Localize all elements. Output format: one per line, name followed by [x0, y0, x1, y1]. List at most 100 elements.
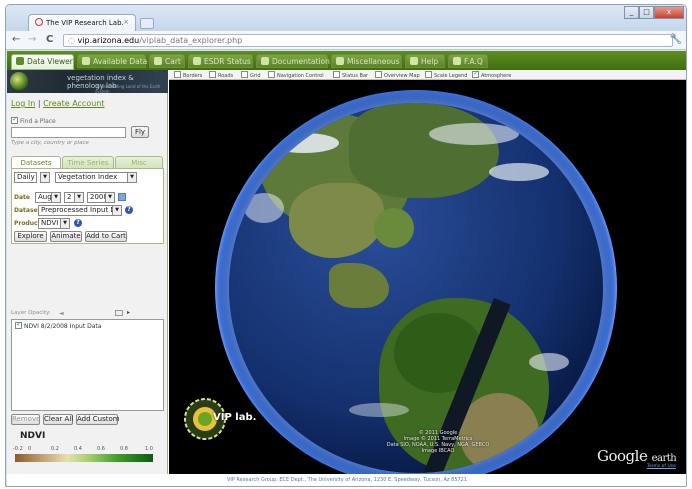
tab-label: F.A.Q: [464, 57, 483, 66]
left-sidebar: vegetation index & phenology lab Underst…: [7, 70, 168, 474]
roads-checkbox[interactable]: [209, 71, 216, 78]
dataset-value: Preprocessed Input Data: [41, 206, 122, 214]
login-link[interactable]: Log In: [11, 99, 35, 108]
fly-button[interactable]: Fly: [131, 126, 149, 138]
frequency-dropdown[interactable]: ▼: [40, 172, 50, 183]
animate-button[interactable]: Animate: [50, 231, 82, 242]
opacity-slider-track[interactable]: [115, 310, 123, 316]
option-borders[interactable]: Borders: [174, 71, 202, 79]
close-tab-icon[interactable]: ×: [123, 18, 129, 26]
product-type-select[interactable]: Vegetation Index ▼: [55, 172, 137, 183]
chevron-down-icon: ▼: [51, 193, 60, 202]
year-select[interactable]: 2008 ▼: [87, 192, 115, 203]
status-bar-checkbox[interactable]: [333, 71, 340, 78]
product-value: NDVI: [41, 219, 59, 227]
explore-button[interactable]: Explore: [14, 231, 47, 242]
table-icon: [82, 57, 90, 65]
app-page: Data Viewer Available Data Cart ESDR Sta…: [7, 51, 686, 486]
map-viewer[interactable]: Borders Roads Grid Navigation Control St…: [169, 70, 686, 474]
list-item[interactable]: NDVI 8/2/2008 Input Data: [15, 320, 101, 330]
tab-label: Miscellaneous: [347, 57, 400, 66]
terms-of-use-link[interactable]: Terms of Use: [647, 464, 676, 469]
chevron-down-icon: ▼: [127, 173, 136, 182]
product-help-icon[interactable]: ?: [74, 219, 82, 227]
day-select[interactable]: 2 ▼: [64, 192, 84, 203]
account-links: Log In | Create Account: [11, 99, 105, 108]
tab-available-data[interactable]: Available Data: [77, 54, 148, 68]
calendar-icon[interactable]: [118, 193, 126, 201]
maximize-button[interactable]: □: [639, 6, 654, 19]
window-close-button[interactable]: x: [654, 6, 684, 19]
find-place-checkbox[interactable]: [11, 115, 18, 124]
option-navigation-control[interactable]: Navigation Control: [268, 71, 324, 79]
browser-tab-title: The VIP Research Lab.: [46, 19, 124, 27]
product-select[interactable]: NDVI ▼: [38, 218, 70, 229]
layer-list: NDVI 8/2/2008 Input Data: [11, 319, 164, 411]
atmosphere-checkbox[interactable]: [472, 70, 479, 78]
wrench-icon[interactable]: 🔧: [670, 34, 682, 45]
reload-button[interactable]: C: [46, 34, 53, 46]
credit-line: Image IBCAO: [421, 448, 455, 454]
cloud: [244, 193, 284, 223]
cloud: [269, 133, 339, 153]
option-roads[interactable]: Roads: [209, 71, 233, 79]
faq-icon: [453, 57, 461, 65]
legend-tick: 0: [28, 446, 32, 452]
info-icon: [193, 57, 201, 65]
cart-icon: [154, 57, 162, 65]
tab-help[interactable]: Help: [405, 54, 445, 68]
navigation-control-checkbox[interactable]: [268, 71, 275, 78]
find-place-checkbox-row[interactable]: Find a Place: [11, 115, 56, 125]
legend-tick: 0.8: [120, 446, 128, 452]
scale-legend-checkbox[interactable]: [425, 71, 432, 78]
chevron-down-icon: ▼: [105, 193, 114, 202]
tab-documentation[interactable]: Documentation: [256, 54, 330, 68]
tab-label: Data Viewer: [27, 57, 73, 66]
option-label: Overview Map: [384, 73, 420, 79]
tab-label: Documentation: [272, 57, 330, 66]
create-account-link[interactable]: Create Account: [43, 99, 104, 108]
chevron-down-icon: ▼: [60, 219, 69, 228]
browser-tab[interactable]: The VIP Research Lab. ×: [28, 14, 136, 31]
frequency-select[interactable]: Daily: [14, 172, 37, 183]
add-to-cart-button[interactable]: Add to Cart: [85, 231, 127, 242]
find-place-input[interactable]: [11, 127, 126, 138]
option-atmosphere[interactable]: Atmosphere: [472, 70, 512, 79]
option-label: Atmosphere: [481, 73, 512, 79]
clear-all-button[interactable]: Clear All: [43, 414, 73, 425]
option-label: Borders: [183, 73, 203, 79]
address-bar[interactable]: ◌ vip.arizona.edu/viplab_data_explorer.p…: [63, 34, 673, 47]
option-scale-legend[interactable]: Scale Legend: [425, 71, 467, 79]
back-button[interactable]: ←: [12, 34, 20, 46]
tab-faq[interactable]: F.A.Q: [448, 54, 488, 68]
remove-button[interactable]: Remove: [11, 414, 40, 425]
tab-data-viewer[interactable]: Data Viewer: [11, 54, 74, 70]
grid-checkbox[interactable]: [241, 71, 248, 78]
tab-esdr-status[interactable]: ESDR Status: [188, 54, 253, 68]
legend-tick: 0.6: [97, 446, 105, 452]
earth-globe[interactable]: [229, 103, 603, 473]
overview-map-checkbox[interactable]: [375, 71, 382, 78]
layer-checkbox[interactable]: [15, 320, 22, 329]
month-select[interactable]: Aug ▼: [35, 192, 61, 203]
option-label: Status Bar: [342, 73, 369, 79]
google-earth-logo: Google earth: [597, 447, 677, 465]
dataset-select[interactable]: Preprocessed Input Data ▼: [38, 205, 122, 216]
minimize-button[interactable]: _: [624, 6, 639, 19]
find-place-label: Find a Place: [20, 118, 56, 125]
new-tab-button[interactable]: [140, 18, 154, 29]
forward-button[interactable]: →: [28, 34, 36, 46]
find-place-hint: Type a city, country or place: [11, 140, 89, 146]
tab-cart[interactable]: Cart: [149, 54, 185, 68]
option-status-bar[interactable]: Status Bar: [333, 71, 368, 79]
central-america-land: [329, 263, 389, 308]
borders-checkbox[interactable]: [174, 71, 181, 78]
option-grid[interactable]: Grid: [241, 71, 261, 79]
dataset-help-icon[interactable]: ?: [125, 206, 133, 214]
tab-label: Available Data: [93, 57, 148, 66]
layer-menu-icon[interactable]: ▸: [127, 309, 130, 316]
add-custom-button[interactable]: Add Custom: [76, 414, 120, 425]
option-overview-map[interactable]: Overview Map: [375, 71, 420, 79]
opacity-slider-handle[interactable]: ◄: [59, 310, 64, 317]
tab-miscellaneous[interactable]: Miscellaneous: [331, 54, 402, 68]
